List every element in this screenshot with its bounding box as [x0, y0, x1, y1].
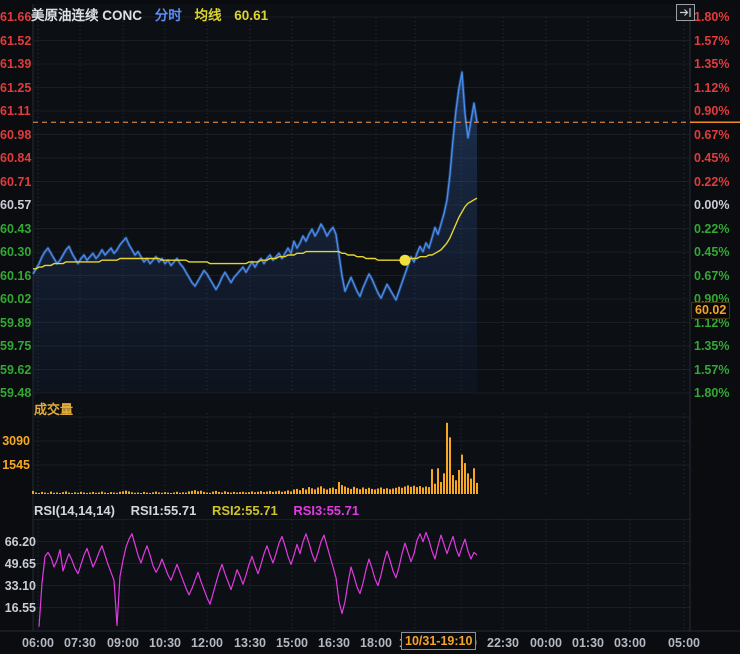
percent-axis-label: 1.57%: [694, 34, 729, 48]
price-axis-label: 59.48: [0, 386, 30, 400]
volume-axis-label: 1545: [0, 458, 30, 472]
rsi2-value: RSI2:55.71: [212, 503, 278, 518]
rsi-params-label: RSI(14,14,14): [34, 503, 115, 518]
time-axis-label: 03:00: [614, 636, 646, 650]
percent-axis-label: 0.00%: [694, 198, 729, 212]
price-axis-label: 60.71: [0, 175, 30, 189]
percent-axis-label: 1.57%: [694, 363, 729, 377]
price-axis-label: 60.43: [0, 222, 30, 236]
time-axis-label: 15:00: [276, 636, 308, 650]
percent-axis-label: 0.22%: [694, 222, 729, 236]
percent-axis-label: 1.80%: [694, 386, 729, 400]
rsi-axis-label: 49.65: [0, 557, 36, 571]
price-axis-label: 61.66: [0, 10, 30, 24]
price-axis-label: 61.11: [0, 104, 30, 118]
current-time-tag: 10/31-19:10: [401, 632, 476, 650]
price-axis-label: 59.89: [0, 316, 30, 330]
rsi-panel-header: RSI(14,14,14) RSI1:55.71 RSI2:55.71 RSI3…: [34, 503, 371, 518]
chart-window: 美原油连续 CONC 分时 均线 60.61 成交量 RSI(14,14,14)…: [0, 0, 740, 654]
percent-axis-label: 1.35%: [694, 57, 729, 71]
time-axis-label: 22:30: [487, 636, 519, 650]
price-axis-label: 60.84: [0, 151, 30, 165]
chart-header: 美原油连续 CONC 分时 均线 60.61: [31, 4, 277, 24]
axis-labels-layer: 61.66 61.52 61.39 61.25 61.11 60.98 60.84 60.71…: [0, 0, 740, 654]
percent-axis-label: 0.67%: [694, 128, 729, 142]
percent-axis-label: 1.80%: [694, 10, 729, 24]
time-axis-label: 13:30: [234, 636, 266, 650]
ma-value: 60.61: [234, 8, 268, 23]
percent-axis-label: 0.90%: [694, 104, 729, 118]
price-axis-label: 60.30: [0, 245, 30, 259]
collapse-right-icon[interactable]: [676, 4, 695, 21]
symbol-name: 美原油连续 CONC: [31, 8, 142, 23]
tab-minute-mode[interactable]: 分时: [155, 8, 182, 23]
rsi-axis-label: 16.55: [0, 601, 36, 615]
percent-axis-label: 0.67%: [694, 269, 729, 283]
rsi-axis-label: 66.20: [0, 535, 36, 549]
price-axis-label: 59.62: [0, 363, 30, 377]
volume-axis-label: 3090: [0, 434, 30, 448]
time-axis-label: 05:00: [668, 636, 700, 650]
rsi1-value: RSI1:55.71: [131, 503, 197, 518]
price-tag-60-02: 60.02: [691, 302, 730, 319]
price-axis-label: 61.39: [0, 57, 30, 71]
price-axis-label: 60.98: [0, 128, 30, 142]
percent-axis-label: 1.35%: [694, 339, 729, 353]
price-axis-label: 61.25: [0, 81, 30, 95]
percent-axis-label: 1.12%: [694, 81, 729, 95]
time-axis-label: 09:00: [107, 636, 139, 650]
price-axis-label: 60.02: [0, 292, 30, 306]
time-axis-label: 10:30: [149, 636, 181, 650]
volume-panel-title: 成交量: [34, 399, 73, 418]
ma-label: 均线: [195, 8, 222, 23]
price-axis-label: 60.16: [0, 269, 30, 283]
time-axis-label: 12:00: [191, 636, 223, 650]
time-axis-label: 16:30: [318, 636, 350, 650]
time-axis-label: 00:00: [530, 636, 562, 650]
time-axis-label: 01:30: [572, 636, 604, 650]
price-axis-label: 59.75: [0, 339, 30, 353]
price-axis-label: 61.52: [0, 34, 30, 48]
percent-axis-label: 0.45%: [694, 151, 729, 165]
rsi-axis-label: 33.10: [0, 579, 36, 593]
time-axis-label: 18:00: [360, 636, 392, 650]
percent-axis-label: 0.22%: [694, 175, 729, 189]
rsi3-value: RSI3:55.71: [293, 503, 359, 518]
time-axis-label: 06:00: [22, 636, 54, 650]
percent-axis-label: 0.45%: [694, 245, 729, 259]
price-axis-label: 60.57: [0, 198, 30, 212]
time-axis-label: 07:30: [64, 636, 96, 650]
